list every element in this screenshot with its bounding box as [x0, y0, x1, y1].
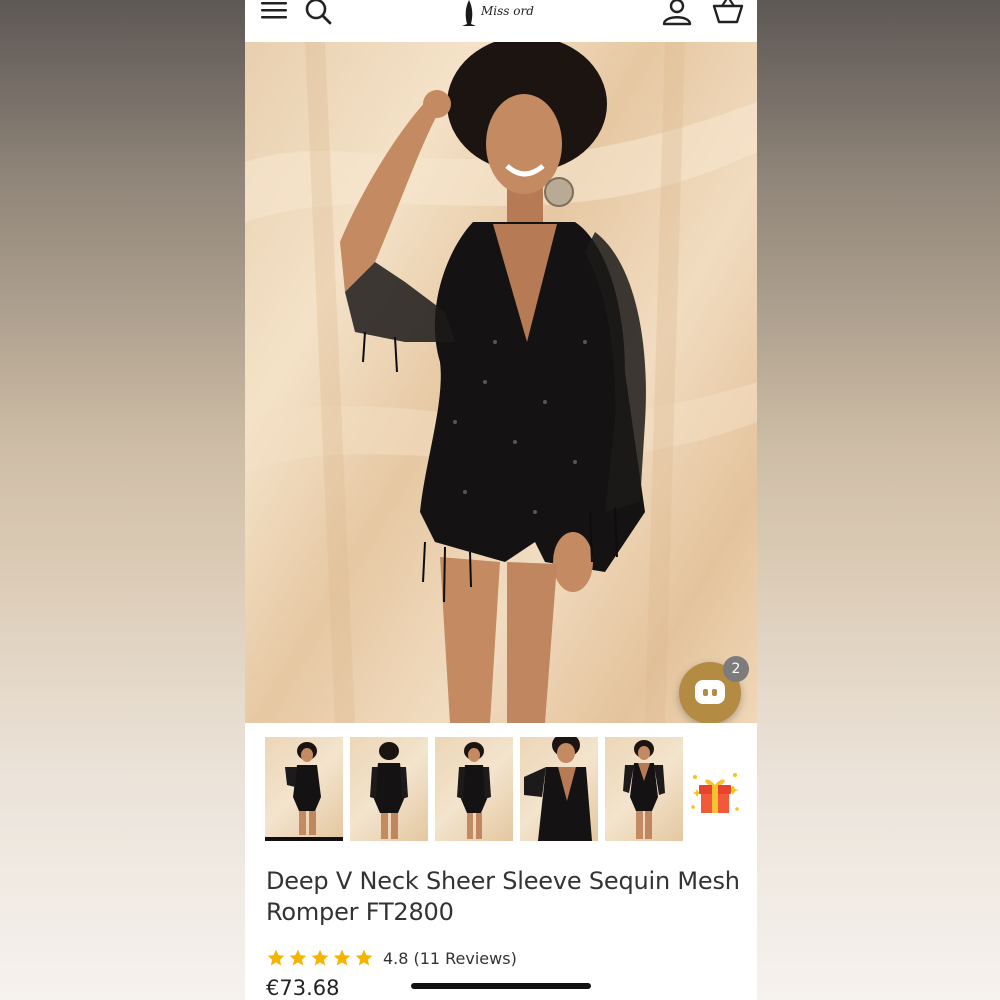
chat-dot — [712, 689, 717, 696]
rating-row[interactable]: 4.8 (11 Reviews) — [266, 945, 517, 971]
chat-unread-badge: 2 — [723, 656, 749, 682]
thumbnail-strip — [265, 737, 745, 843]
logo-figure-icon — [462, 0, 476, 26]
thumbnail-4[interactable] — [520, 737, 598, 841]
menu-icon[interactable] — [259, 0, 291, 28]
cart-icon[interactable] — [711, 0, 744, 28]
product-main-image[interactable]: 2 — [245, 42, 757, 723]
rating-value: 4.8 — [383, 948, 409, 968]
thumbnail-5[interactable] — [605, 737, 683, 841]
star-icon — [267, 949, 285, 966]
star-icon — [355, 949, 373, 966]
chat-bubble-icon — [695, 680, 725, 704]
phone-screen: Miss ord 2 Deep V Neck Sheer Sleeve Sequ… — [245, 0, 757, 1000]
brand-name: Miss ord — [481, 4, 534, 18]
thumbnail-2[interactable] — [350, 737, 428, 841]
star-icon — [333, 949, 351, 966]
product-price: €73.68 — [266, 976, 340, 1000]
thumbnail-1[interactable] — [265, 737, 343, 841]
gift-box-icon[interactable] — [689, 767, 741, 819]
model-illustration — [245, 42, 757, 723]
reviews-count[interactable]: (11 Reviews) — [413, 949, 516, 968]
search-icon[interactable] — [303, 0, 335, 28]
background-left — [0, 0, 245, 1000]
brand-logo[interactable]: Miss ord — [459, 0, 549, 30]
chat-dot — [703, 689, 708, 696]
account-icon[interactable] — [661, 0, 693, 28]
star-icon — [311, 949, 329, 966]
top-header: Miss ord — [245, 0, 757, 43]
star-icon — [289, 949, 307, 966]
background-right — [757, 0, 1000, 1000]
home-indicator[interactable] — [411, 983, 591, 989]
thumbnail-3[interactable] — [435, 737, 513, 841]
product-title: Deep V Neck Sheer Sleeve Sequin Mesh Rom… — [266, 867, 740, 926]
